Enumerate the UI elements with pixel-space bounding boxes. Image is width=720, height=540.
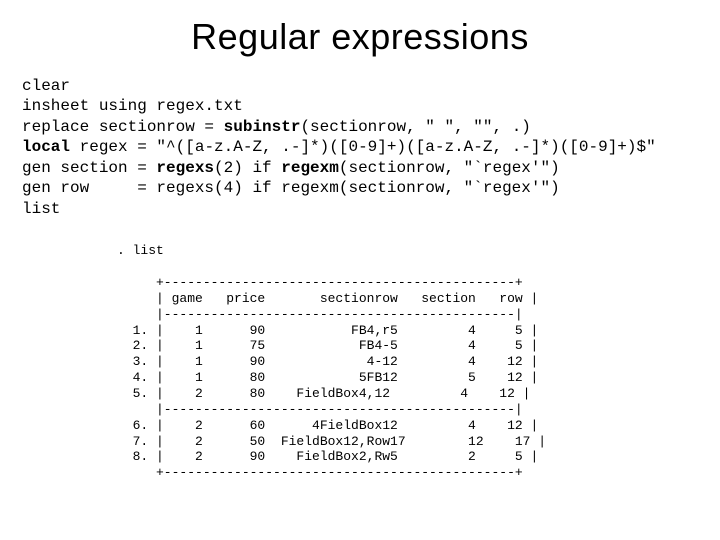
- output-block: . list +--------------------------------…: [117, 243, 698, 481]
- slide-title: Regular expressions: [22, 16, 698, 58]
- list-table: +---------------------------------------…: [117, 259, 698, 481]
- list-command: . list: [117, 243, 698, 259]
- slide: Regular expressions clear insheet using …: [0, 0, 720, 540]
- code-block: clear insheet using regex.txt replace se…: [22, 76, 698, 219]
